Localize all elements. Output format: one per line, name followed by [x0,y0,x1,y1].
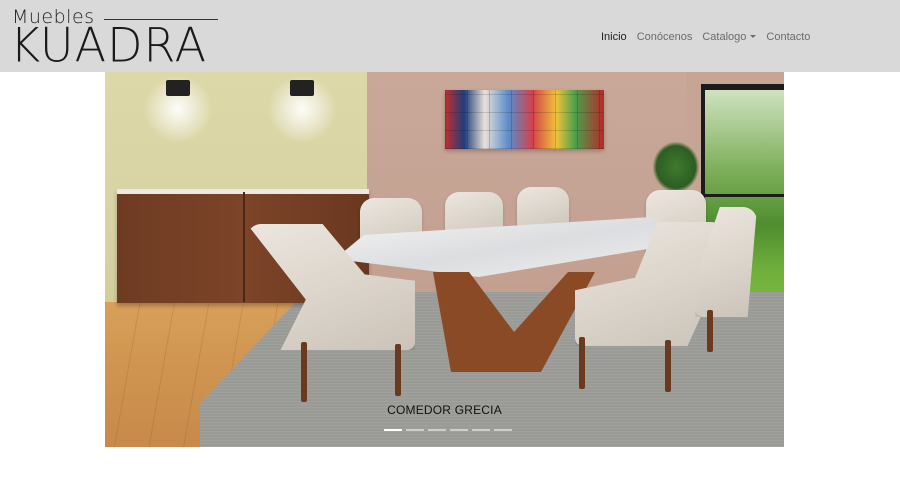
scene-painting-grid [445,90,604,149]
carousel-indicator-5[interactable] [472,429,490,431]
scene-lamp-left [166,80,190,96]
hero-carousel[interactable]: COMEDOR GRECIA [105,72,784,447]
scene-window-frame [701,194,784,197]
carousel-indicator-4[interactable] [450,429,468,431]
carousel-indicator-3[interactable] [428,429,446,431]
scene-plant [653,142,699,192]
carousel-indicator-2[interactable] [406,429,424,431]
scene-chair-leg-5 [707,310,713,352]
scene-chair-leg-1 [301,342,307,402]
main-nav: Inicio Conócenos Catalogo Contacto [596,28,815,46]
carousel-indicator-1[interactable] [384,429,402,431]
scene-chair-leg-4 [665,340,671,392]
carousel-indicator-6[interactable] [494,429,512,431]
navbar: Muebles KUADRA Inicio Conócenos Catalogo… [0,0,900,72]
nav-link-conocenos[interactable]: Conócenos [632,28,698,46]
scene-lamp-right [290,80,314,96]
brand-main-text: KUADRA [10,17,208,73]
scene-chair-leg-2 [395,344,401,396]
scene-sideboard-divider [243,192,245,302]
carousel-indicators [384,429,512,431]
caret-down-icon [750,35,757,38]
nav-link-catalogo[interactable]: Catalogo [697,28,761,46]
nav-link-inicio[interactable]: Inicio [596,28,632,46]
brand-logo[interactable]: Muebles KUADRA [10,6,222,73]
carousel-slide-image [105,72,784,447]
nav-link-catalogo-label: Catalogo [702,31,747,43]
scene-chair-leg-3 [579,337,585,389]
nav-link-contacto[interactable]: Contacto [761,28,815,46]
carousel-caption: COMEDOR GRECIA [387,403,502,417]
